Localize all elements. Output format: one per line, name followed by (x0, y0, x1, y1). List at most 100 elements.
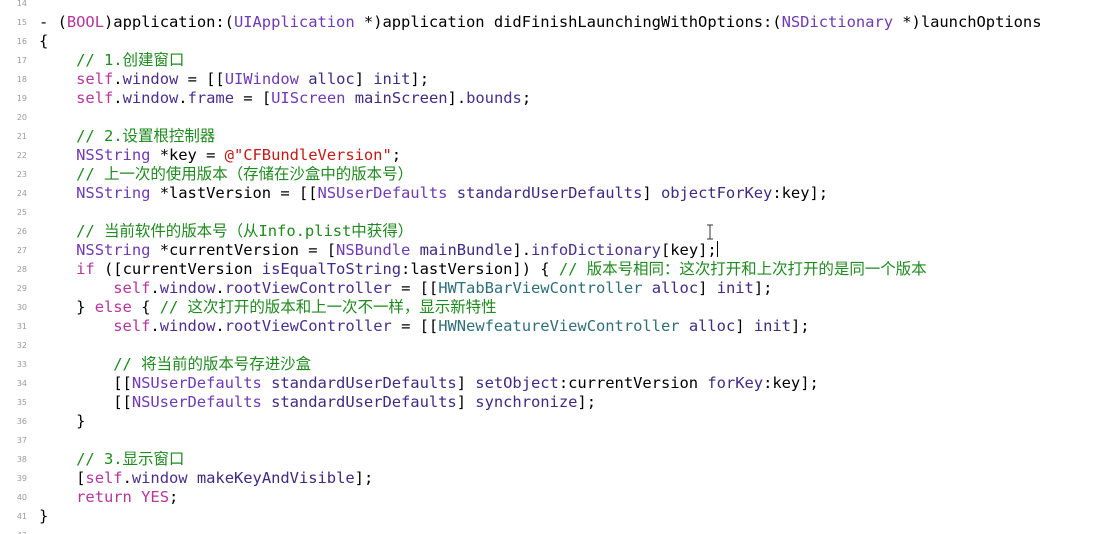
code-text: NSString *currentVersion = [NSBundle mai… (39, 241, 718, 260)
code-token: standardUserDefaults (271, 374, 457, 392)
code-line[interactable]: 32 (0, 336, 1120, 355)
code-line[interactable]: 40 return YES; (0, 488, 1120, 507)
code-token: ; (521, 89, 532, 107)
line-number: 37 (16, 436, 27, 445)
code-line[interactable]: 39 [self.window makeKeyAndVisible]; (0, 469, 1120, 488)
code-line[interactable]: 20 (0, 108, 1120, 127)
code-line[interactable]: 19 self.window.frame = [UIScreen mainScr… (0, 89, 1120, 108)
code-line[interactable]: 36 } (0, 412, 1120, 431)
line-number: 39 (16, 474, 27, 483)
code-token: :currentVersion (558, 374, 708, 392)
line-number: 31 (16, 322, 27, 331)
code-token: standardUserDefaults (271, 393, 457, 411)
code-token: window (159, 279, 216, 297)
code-token: NSString (76, 146, 151, 164)
code-text: { (39, 32, 48, 51)
code-line[interactable]: 33 // 将当前的版本号存进沙盒 (0, 355, 1120, 374)
code-token: makeKeyAndVisible (196, 469, 355, 487)
code-token: alloc (651, 279, 699, 297)
code-lines: 14 15 - (BOOL)application:(UIApplication *… (0, 0, 1120, 534)
code-text: // 将当前的版本号存进沙盒 (39, 355, 311, 374)
code-token: } (39, 412, 86, 430)
code-token: // 版本号相同：这次打开和上次打开的是同一个版本 (558, 260, 927, 278)
code-token: . (150, 279, 160, 297)
code-token: window (122, 70, 179, 88)
code-token: window (131, 469, 188, 487)
code-token: )application:( (104, 13, 234, 31)
code-line[interactable]: 38 // 3.显示窗口 (0, 450, 1120, 469)
code-line[interactable]: 27 NSString *currentVersion = [NSBundle … (0, 241, 1120, 260)
code-token: setObject (475, 374, 559, 392)
code-token: else (94, 298, 132, 316)
code-token: bounds (466, 89, 522, 107)
code-line[interactable]: 22 NSString *key = @"CFBundleVersion"; (0, 146, 1120, 165)
code-text: self.window.rootViewController = [[HWTab… (39, 279, 772, 298)
code-line[interactable]: 21 // 2.设置根控制器 (0, 127, 1120, 146)
code-token: window (159, 317, 216, 335)
code-text: NSString *key = @"CFBundleVersion"; (39, 146, 401, 165)
code-token: *lastVersion = [[ (150, 184, 318, 202)
code-line[interactable]: 35 [[NSUserDefaults standardUserDefaults… (0, 393, 1120, 412)
code-line[interactable]: 28 if ([currentVersion isEqualToString:l… (0, 260, 1120, 279)
code-line[interactable]: 37 (0, 431, 1120, 450)
code-token: BOOL (66, 13, 104, 31)
code-token: . (150, 317, 160, 335)
code-line[interactable]: 14 (0, 0, 1120, 13)
code-token: :key]; (772, 184, 829, 202)
code-token: @"CFBundleVersion" (224, 146, 392, 164)
code-text: NSString *lastVersion = [[NSUserDefaults… (39, 184, 828, 203)
code-token: // 上一次的使用版本（存储在沙盒中的版本号） (39, 165, 413, 183)
code-text: // 2.设置根控制器 (39, 127, 215, 146)
code-token: :lastVersion]) { (401, 260, 559, 278)
code-editor[interactable]: 14 15 - (BOOL)application:(UIApplication *… (0, 0, 1120, 534)
code-token: . (122, 469, 132, 487)
code-line[interactable]: 24 NSString *lastVersion = [[NSUserDefau… (0, 184, 1120, 203)
line-number: 18 (16, 75, 27, 84)
code-token: isEqualToString (261, 260, 402, 278)
code-token: frame (187, 89, 234, 107)
code-text: // 3.显示窗口 (39, 450, 184, 469)
code-line[interactable]: 34 [[NSUserDefaults standardUserDefaults… (0, 374, 1120, 393)
code-token: { (39, 32, 49, 50)
code-token: UIScreen (271, 89, 346, 107)
code-line[interactable]: 30 } else { // 这次打开的版本和上一次不一样，显示新特性 (0, 298, 1120, 317)
code-token: self (76, 70, 114, 88)
code-token: rootViewController (224, 317, 392, 335)
code-text: self.window.rootViewController = [[HWNew… (39, 317, 810, 336)
text-caret (716, 241, 718, 257)
code-token: self (85, 469, 123, 487)
code-line[interactable]: 17 // 1.创建窗口 (0, 51, 1120, 70)
code-token: return (76, 488, 132, 506)
code-token: ]; (753, 279, 773, 297)
code-token: // 2.设置根控制器 (39, 127, 216, 145)
code-token: ]; (577, 393, 596, 411)
code-line[interactable]: 29 self.window.rootViewController = [[HW… (0, 279, 1120, 298)
code-line[interactable]: 41} (0, 507, 1120, 526)
i-beam-cursor-icon (707, 224, 713, 240)
code-token: ]; (790, 317, 810, 335)
code-line[interactable]: 15 - (BOOL)application:(UIApplication *)a… (0, 13, 1120, 32)
code-line[interactable]: 23 // 上一次的使用版本（存储在沙盒中的版本号） (0, 165, 1120, 184)
code-token: ] (456, 374, 476, 392)
code-line[interactable]: 31 self.window.rootViewController = [[HW… (0, 317, 1120, 336)
code-line[interactable]: 16 { (0, 32, 1120, 51)
line-number: 17 (16, 56, 27, 65)
code-text: // 当前软件的版本号（从Info.plist中获得） (39, 222, 413, 241)
code-line[interactable]: 25 (0, 203, 1120, 222)
code-token: UIWindow (224, 70, 299, 88)
code-line[interactable]: 42 (0, 526, 1120, 534)
code-token: HWNewfeatureViewController (438, 317, 680, 335)
code-text: self.window = [[UIWindow alloc] init]; (39, 70, 429, 89)
line-number: 14 (16, 0, 27, 8)
code-line[interactable]: 26 // 当前软件的版本号（从Info.plist中获得） (0, 222, 1120, 241)
code-line[interactable]: 18 self.window = [[UIWindow alloc] init]… (0, 70, 1120, 89)
line-number: 24 (16, 189, 27, 198)
code-token: . (215, 317, 225, 335)
